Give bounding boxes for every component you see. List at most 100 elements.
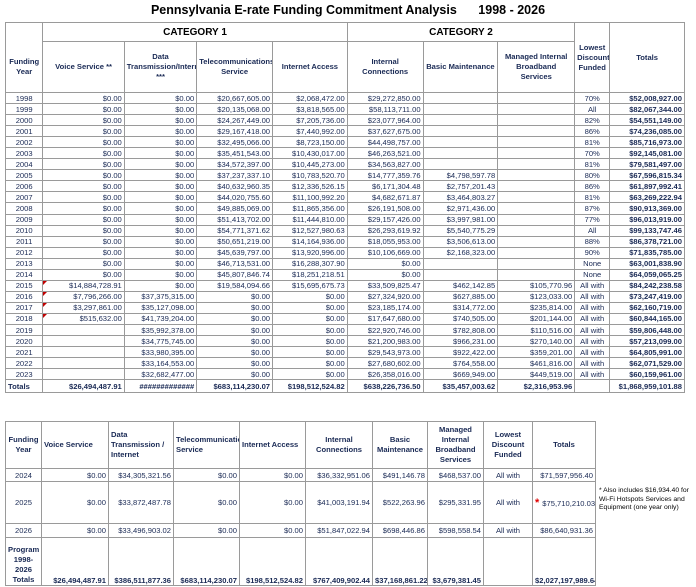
cell-total: $92,145,081.00 (609, 147, 685, 160)
cell-year: 2007 (4, 191, 44, 204)
cell-managed-broadband (497, 180, 576, 193)
cell-managed-broadband: $123,033.00 (497, 290, 576, 303)
cell-data-transmission: $0.00 (123, 202, 198, 215)
cell-internet-access: $10,783,520.70 (272, 169, 348, 182)
cell-total: $62,160,719.00 (609, 301, 685, 314)
cell-voice: $0.00 (42, 158, 125, 171)
cell-internal-connections: $51,847,022.94 (305, 523, 373, 538)
cell-managed-broadband: $449,519.00 (497, 368, 576, 381)
total-voice: $26,494,487.91 (42, 379, 125, 394)
cell-lowest-discount: All with (483, 468, 533, 482)
cell-lowest-discount: 88% (574, 235, 611, 248)
cell-lowest-discount: All with (574, 357, 611, 370)
cell-total: $59,806,448.00 (609, 323, 685, 337)
cell-voice: $0.00 (42, 147, 125, 160)
table-row: 2000 $0.00 $0.00 $24,267,449.00 $7,205,736.0… (4, 114, 685, 127)
cell-year: 2024 (5, 468, 42, 482)
table-row: 2022 $33,164,553.00 $0.00 $0.00 $27,680,602.… (4, 357, 685, 370)
cell-voice: $0.00 (42, 257, 125, 270)
table-row: 2012 $0.00 $0.00 $45,639,797.00 $13,920,996.… (4, 246, 685, 259)
cell-internal-connections: $34,563,827.00 (346, 158, 424, 171)
cell-telecom: $0.00 (196, 323, 274, 337)
cell-data-transmission: $0.00 (123, 191, 198, 204)
cell-data-transmission: $34,305,321.56 (108, 468, 174, 482)
cell-telecom: $44,020,755.60 (196, 191, 274, 204)
cell-data-transmission: $0.00 (123, 114, 198, 127)
cell-lowest-discount: All with (574, 323, 611, 337)
cell-year: 2021 (4, 346, 44, 359)
cell-total: $61,897,992.41 (609, 180, 685, 193)
cell-internet-access: $3,818,565.00 (272, 103, 348, 116)
cell-year: 2001 (4, 125, 44, 138)
cell-year: 2003 (4, 147, 44, 160)
cell-internet-access: $0.00 (239, 468, 306, 482)
cell-telecom: $0.00 (196, 335, 274, 348)
cell-internal-connections: $17,647,680.00 (346, 312, 424, 325)
total-managed-broadband: $3,679,381.45 (427, 537, 484, 586)
cell-year: 2012 (4, 246, 44, 259)
cell-managed-broadband: $468,537.00 (427, 468, 484, 482)
col-header-managed-broadband: Managed Internal Broadband Services (497, 41, 576, 93)
cell-lowest-discount: 77% (574, 213, 611, 226)
cell-basic-maintenance: $5,540,775.29 (422, 224, 499, 237)
cell-total: $71,835,785.00 (609, 246, 685, 259)
cell-internal-connections: $4,682,671.87 (346, 191, 424, 204)
cell-year: 2017 (4, 301, 44, 314)
cell-voice: $0.00 (42, 213, 125, 226)
cell-year: 2023 (4, 368, 44, 381)
cell-managed-broadband (497, 136, 576, 149)
cell-managed-broadband: $235,814.00 (497, 301, 576, 314)
cell-internet-access: $0.00 (239, 523, 306, 538)
cell-data-transmission: $0.00 (123, 213, 198, 226)
cell-basic-maintenance: $740,505.00 (422, 312, 499, 325)
cell-voice: $0.00 (42, 180, 125, 193)
cell-data-transmission: $37,375,315.00 (123, 290, 198, 303)
col-header-telecom: Telecommunications Service (196, 41, 274, 93)
cell-data-transmission: $0.00 (123, 136, 198, 149)
cell-total: $96,013,919.00 (609, 213, 685, 226)
cell-total: $54,551,149.00 (609, 114, 685, 127)
col2-header-managed-broadband: Managed Internal Broadband Services (427, 421, 484, 469)
table-row: 2020 $34,775,745.00 $0.00 $0.00 $21,200,983.… (4, 335, 685, 348)
cell-year: 2016 (4, 290, 44, 303)
cell-internet-access: $18,251,218.51 (272, 268, 348, 281)
table-row: 2006 $0.00 $0.00 $40,632,960.35 $12,336,526.… (4, 180, 685, 193)
cell-internal-connections: $0.00 (346, 268, 424, 281)
cell-basic-maintenance: $2,757,201.43 (422, 180, 499, 193)
cell-internet-access: $12,527,980.63 (272, 224, 348, 237)
cell-total: $64,059,065.25 (609, 268, 685, 281)
total-data-transmission: $386,511,877.36 (108, 537, 174, 586)
cell-year: 2014 (4, 268, 44, 281)
cell-year: 2015 (4, 279, 44, 292)
cell-lowest-discount: 81% (574, 158, 611, 171)
cell-telecom: $51,413,702.00 (196, 213, 274, 226)
cell-internet-access: $7,440,992.00 (272, 125, 348, 138)
cell-lowest-discount: All with (574, 301, 611, 314)
category-2-header: CATEGORY 2 (346, 22, 576, 42)
totals-row: Program 1998-2026 Totals $26,494,487.91 $… (5, 537, 596, 586)
cell-basic-maintenance: $4,798,597.78 (422, 169, 499, 182)
cell-voice: $14,884,728.91 (42, 279, 125, 292)
cell-lowest-discount: 86% (574, 180, 611, 193)
program-totals-label: Program 1998-2026 Totals (5, 537, 42, 586)
cell-year: 2005 (4, 169, 44, 182)
cell-total: $85,716,973.00 (609, 136, 685, 149)
cell-data-transmission: $33,872,487.78 (108, 481, 174, 524)
total-lowest-discount (574, 379, 611, 394)
cell-voice (42, 357, 125, 370)
col2-header-basic-maintenance: Basic Maintenance (372, 421, 428, 469)
cell-year: 2004 (4, 158, 44, 171)
cell-internal-connections: $0.00 (346, 257, 424, 270)
cell-lowest-discount: All with (574, 368, 611, 381)
cell-telecom: $0.00 (173, 468, 240, 482)
cell-basic-maintenance (422, 91, 499, 105)
cell-voice: $0.00 (42, 246, 125, 259)
footnote-star-marker: * (535, 496, 540, 509)
cell-managed-broadband: $598,558.54 (427, 523, 484, 538)
cell-telecom: $20,667,605.00 (196, 91, 274, 105)
cell-total: $79,581,497.00 (609, 158, 685, 171)
cell-data-transmission: $33,164,553.00 (123, 357, 198, 370)
cell-data-transmission: $0.00 (123, 91, 198, 105)
cell-voice: $0.00 (42, 103, 125, 116)
cell-year: 2018 (4, 312, 44, 325)
